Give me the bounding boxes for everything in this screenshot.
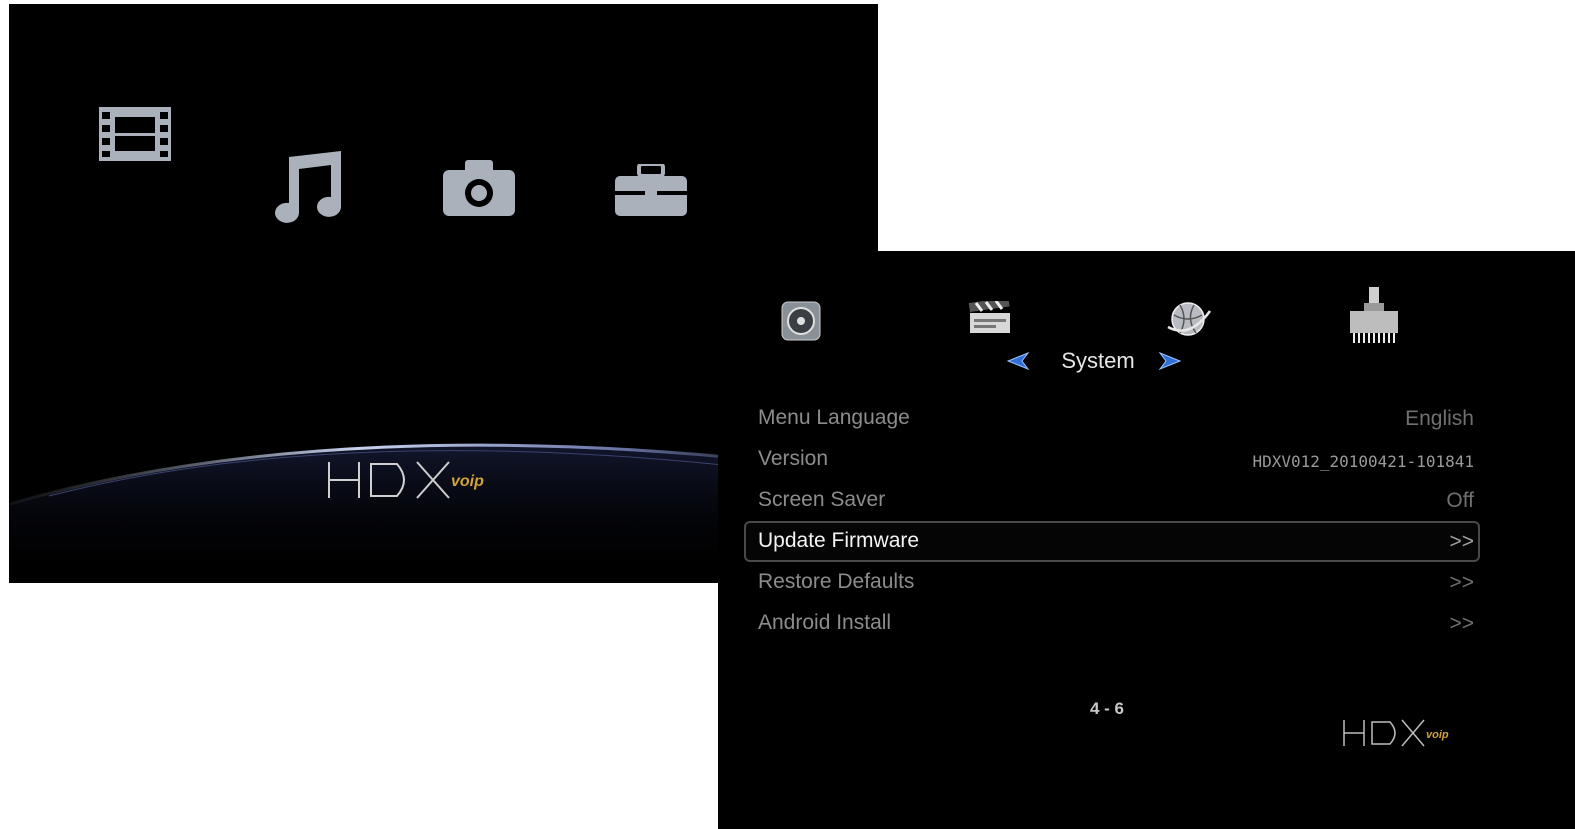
menu-item-update-firmware[interactable]: Update Firmware >> <box>744 521 1480 562</box>
music-note-icon[interactable] <box>269 151 343 223</box>
arrow-left-icon[interactable] <box>1004 351 1030 371</box>
clapperboard-icon[interactable] <box>968 301 1012 335</box>
menu-item-label: Android Install <box>758 611 892 634</box>
settings-screen: System Menu Language English Version HDX… <box>718 251 1575 829</box>
hdx-voip-logo: voip <box>328 461 484 499</box>
page-indicator: 4 - 6 <box>1090 699 1125 718</box>
camera-icon[interactable] <box>443 158 515 216</box>
menu-item-value: >> <box>1449 612 1474 635</box>
settings-menu: Menu Language English Version HDXV012_20… <box>744 398 1480 644</box>
menu-item-value: HDXV012_20100421-101841 <box>1252 452 1474 471</box>
network-globe-icon[interactable] <box>1166 297 1212 339</box>
film-icon[interactable] <box>99 107 171 161</box>
ethernet-port-icon[interactable] <box>1346 287 1402 345</box>
hdx-voip-logo: voip <box>1343 719 1449 747</box>
menu-item-label: Menu Language <box>758 406 910 429</box>
menu-item-value: English <box>1405 407 1474 430</box>
menu-item-screen-saver[interactable]: Screen Saver Off <box>744 480 1480 521</box>
category-switcher: System <box>1000 343 1200 379</box>
settings-disc-icon[interactable] <box>781 301 821 341</box>
arrow-right-icon[interactable] <box>1158 351 1184 371</box>
svg-text:voip: voip <box>451 473 484 490</box>
category-title: System <box>1061 348 1135 373</box>
menu-item-label: Version <box>758 447 829 470</box>
menu-item-label: Restore Defaults <box>758 570 915 593</box>
menu-item-value: >> <box>1449 530 1474 553</box>
menu-item-label: Update Firmware <box>758 529 920 552</box>
menu-item-version[interactable]: Version HDXV012_20100421-101841 <box>744 439 1480 480</box>
menu-item-android-install[interactable]: Android Install >> <box>744 603 1480 644</box>
toolbox-icon[interactable] <box>615 164 687 216</box>
menu-item-label: Screen Saver <box>758 488 886 511</box>
menu-item-menu-language[interactable]: Menu Language English <box>744 398 1480 439</box>
svg-text:voip: voip <box>1426 729 1449 741</box>
menu-item-value: Off <box>1446 489 1474 512</box>
menu-item-value: >> <box>1449 571 1474 594</box>
menu-item-restore-defaults[interactable]: Restore Defaults >> <box>744 562 1480 603</box>
